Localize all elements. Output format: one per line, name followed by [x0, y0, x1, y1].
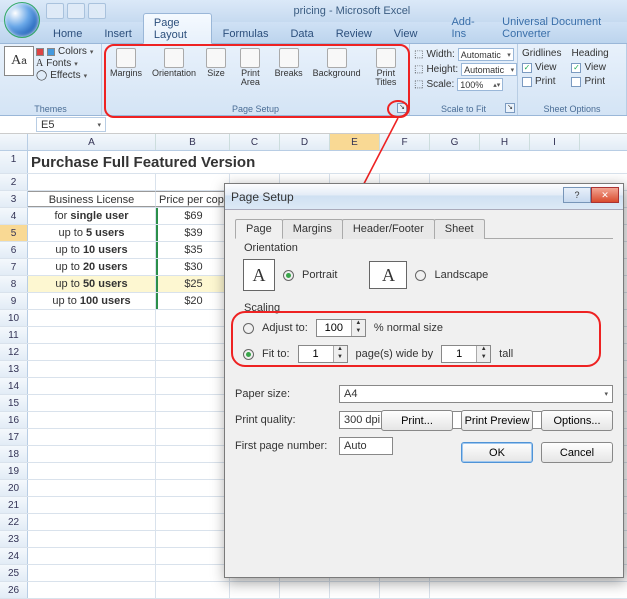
- landscape-icon: A: [369, 261, 407, 289]
- col-header[interactable]: I: [530, 134, 580, 150]
- dialog-titlebar[interactable]: Page Setup ? ✕: [225, 184, 623, 210]
- tab-formulas[interactable]: Formulas: [212, 24, 280, 43]
- fonts-button[interactable]: AFonts▾: [36, 58, 93, 69]
- gridlines-print-checkbox[interactable]: Print: [522, 76, 561, 87]
- first-page-label: First page number:: [235, 440, 331, 452]
- height-label: Height:: [426, 64, 458, 75]
- first-page-input[interactable]: Auto: [339, 437, 393, 455]
- fit-suffix: tall: [499, 348, 513, 360]
- margins-button[interactable]: Margins: [106, 46, 146, 91]
- background-button[interactable]: Background: [309, 46, 365, 91]
- colors-button[interactable]: Colors▾: [36, 46, 93, 57]
- dialog-tabs: Page Margins Header/Footer Sheet: [235, 218, 613, 239]
- tab-udc[interactable]: Universal Document Converter: [491, 12, 627, 43]
- width-select[interactable]: Automatic▾: [458, 48, 514, 61]
- sheet-title: Purchase Full Featured Version: [28, 151, 528, 174]
- qat-redo-icon[interactable]: [88, 3, 106, 19]
- headings-view-checkbox[interactable]: ✓View: [571, 62, 608, 73]
- fit-wide-spinner[interactable]: ▲▼: [298, 345, 348, 363]
- tab-data[interactable]: Data: [279, 24, 324, 43]
- size-button[interactable]: Size: [202, 46, 230, 91]
- scaling-fieldset: Scaling Adjust to: ▲▼ % normal size Fit …: [235, 309, 613, 377]
- col-header[interactable]: G: [430, 134, 480, 150]
- print-preview-button[interactable]: Print Preview: [461, 410, 533, 431]
- portrait-label: Portrait: [302, 269, 337, 281]
- office-button[interactable]: [4, 2, 40, 38]
- height-select[interactable]: Automatic▾: [461, 63, 517, 76]
- headings-print-checkbox[interactable]: Print: [571, 76, 608, 87]
- print-area-button[interactable]: Print Area: [232, 46, 269, 91]
- paper-size-select[interactable]: A4▾: [339, 385, 613, 403]
- table-header: Price per copy: [156, 191, 230, 207]
- col-header[interactable]: B: [156, 134, 230, 150]
- orientation-button[interactable]: Orientation: [148, 46, 200, 91]
- dialog-tab-sheet[interactable]: Sheet: [434, 219, 485, 239]
- portrait-icon: A: [243, 259, 275, 291]
- tab-view[interactable]: View: [383, 24, 429, 43]
- gridlines-header: Gridlines: [522, 48, 561, 59]
- dialog-tab-header-footer[interactable]: Header/Footer: [342, 219, 435, 239]
- dialog-close-button[interactable]: ✕: [591, 187, 619, 203]
- fit-to-label: Fit to:: [262, 348, 290, 360]
- cancel-button[interactable]: Cancel: [541, 442, 613, 463]
- width-label: Width:: [426, 49, 454, 60]
- fit-tall-spinner[interactable]: ▲▼: [441, 345, 491, 363]
- orientation-fieldset: Orientation A Portrait A Landscape: [235, 249, 613, 299]
- portrait-radio[interactable]: [283, 270, 294, 281]
- dialog-tab-margins[interactable]: Margins: [282, 219, 343, 239]
- print-quality-label: Print quality:: [235, 414, 331, 426]
- options-button[interactable]: Options...: [541, 410, 613, 431]
- group-label-sheet-options: Sheet Options: [518, 104, 626, 114]
- landscape-label: Landscape: [434, 269, 488, 281]
- column-headers: A B C D E F G H I: [0, 134, 627, 151]
- scale-spinner[interactable]: 100%▴▾: [457, 78, 503, 91]
- adjust-to-spinner[interactable]: ▲▼: [316, 319, 366, 337]
- tab-review[interactable]: Review: [325, 24, 383, 43]
- qat-save-icon[interactable]: [46, 3, 64, 19]
- window-title: pricing - Microsoft Excel: [294, 5, 411, 17]
- fit-to-radio[interactable]: [243, 349, 254, 360]
- col-header[interactable]: H: [480, 134, 530, 150]
- tab-home[interactable]: Home: [42, 24, 93, 43]
- group-label-themes: Themes: [0, 104, 101, 114]
- ok-button[interactable]: OK: [461, 442, 533, 463]
- print-button[interactable]: Print...: [381, 410, 453, 431]
- tab-page-layout[interactable]: Page Layout: [143, 13, 212, 44]
- col-header[interactable]: C: [230, 134, 280, 150]
- formula-bar: E5▾: [0, 116, 627, 134]
- adjust-to-label: Adjust to:: [262, 322, 308, 334]
- col-header[interactable]: D: [280, 134, 330, 150]
- scale-label: Scale:: [426, 79, 454, 90]
- ribbon-tabs: Home Insert Page Layout Formulas Data Re…: [0, 22, 627, 44]
- gridlines-view-checkbox[interactable]: ✓View: [522, 62, 561, 73]
- ribbon: Aa Colors▾ AFonts▾ ◯Effects▾ Themes Marg…: [0, 44, 627, 116]
- print-titles-button[interactable]: Print Titles: [367, 46, 405, 91]
- dialog-help-button[interactable]: ?: [563, 187, 591, 203]
- col-header[interactable]: E: [330, 134, 380, 150]
- col-header[interactable]: F: [380, 134, 430, 150]
- landscape-radio[interactable]: [415, 270, 426, 281]
- adjust-suffix: % normal size: [374, 322, 443, 334]
- headings-header: Heading: [571, 48, 608, 59]
- quick-access-toolbar: [46, 3, 106, 19]
- group-label-page-setup: Page Setup: [102, 104, 409, 114]
- breaks-button[interactable]: Breaks: [271, 46, 307, 91]
- table-header: Business License: [28, 191, 156, 207]
- themes-icon[interactable]: Aa: [4, 46, 34, 76]
- dialog-tab-page[interactable]: Page: [235, 219, 283, 239]
- effects-button[interactable]: ◯Effects▾: [36, 70, 93, 81]
- page-setup-dialog: Page Setup ? ✕ Page Margins Header/Foote…: [224, 183, 624, 578]
- name-box[interactable]: E5▾: [36, 117, 106, 132]
- col-header[interactable]: A: [28, 134, 156, 150]
- qat-undo-icon[interactable]: [67, 3, 85, 19]
- paper-size-label: Paper size:: [235, 388, 331, 400]
- tab-addins[interactable]: Add-Ins: [440, 12, 491, 43]
- fit-mid-label: page(s) wide by: [356, 348, 434, 360]
- dialog-title: Page Setup: [231, 190, 294, 204]
- adjust-to-radio[interactable]: [243, 323, 254, 334]
- tab-insert[interactable]: Insert: [93, 24, 143, 43]
- group-label-scale: Scale to Fit: [410, 104, 517, 114]
